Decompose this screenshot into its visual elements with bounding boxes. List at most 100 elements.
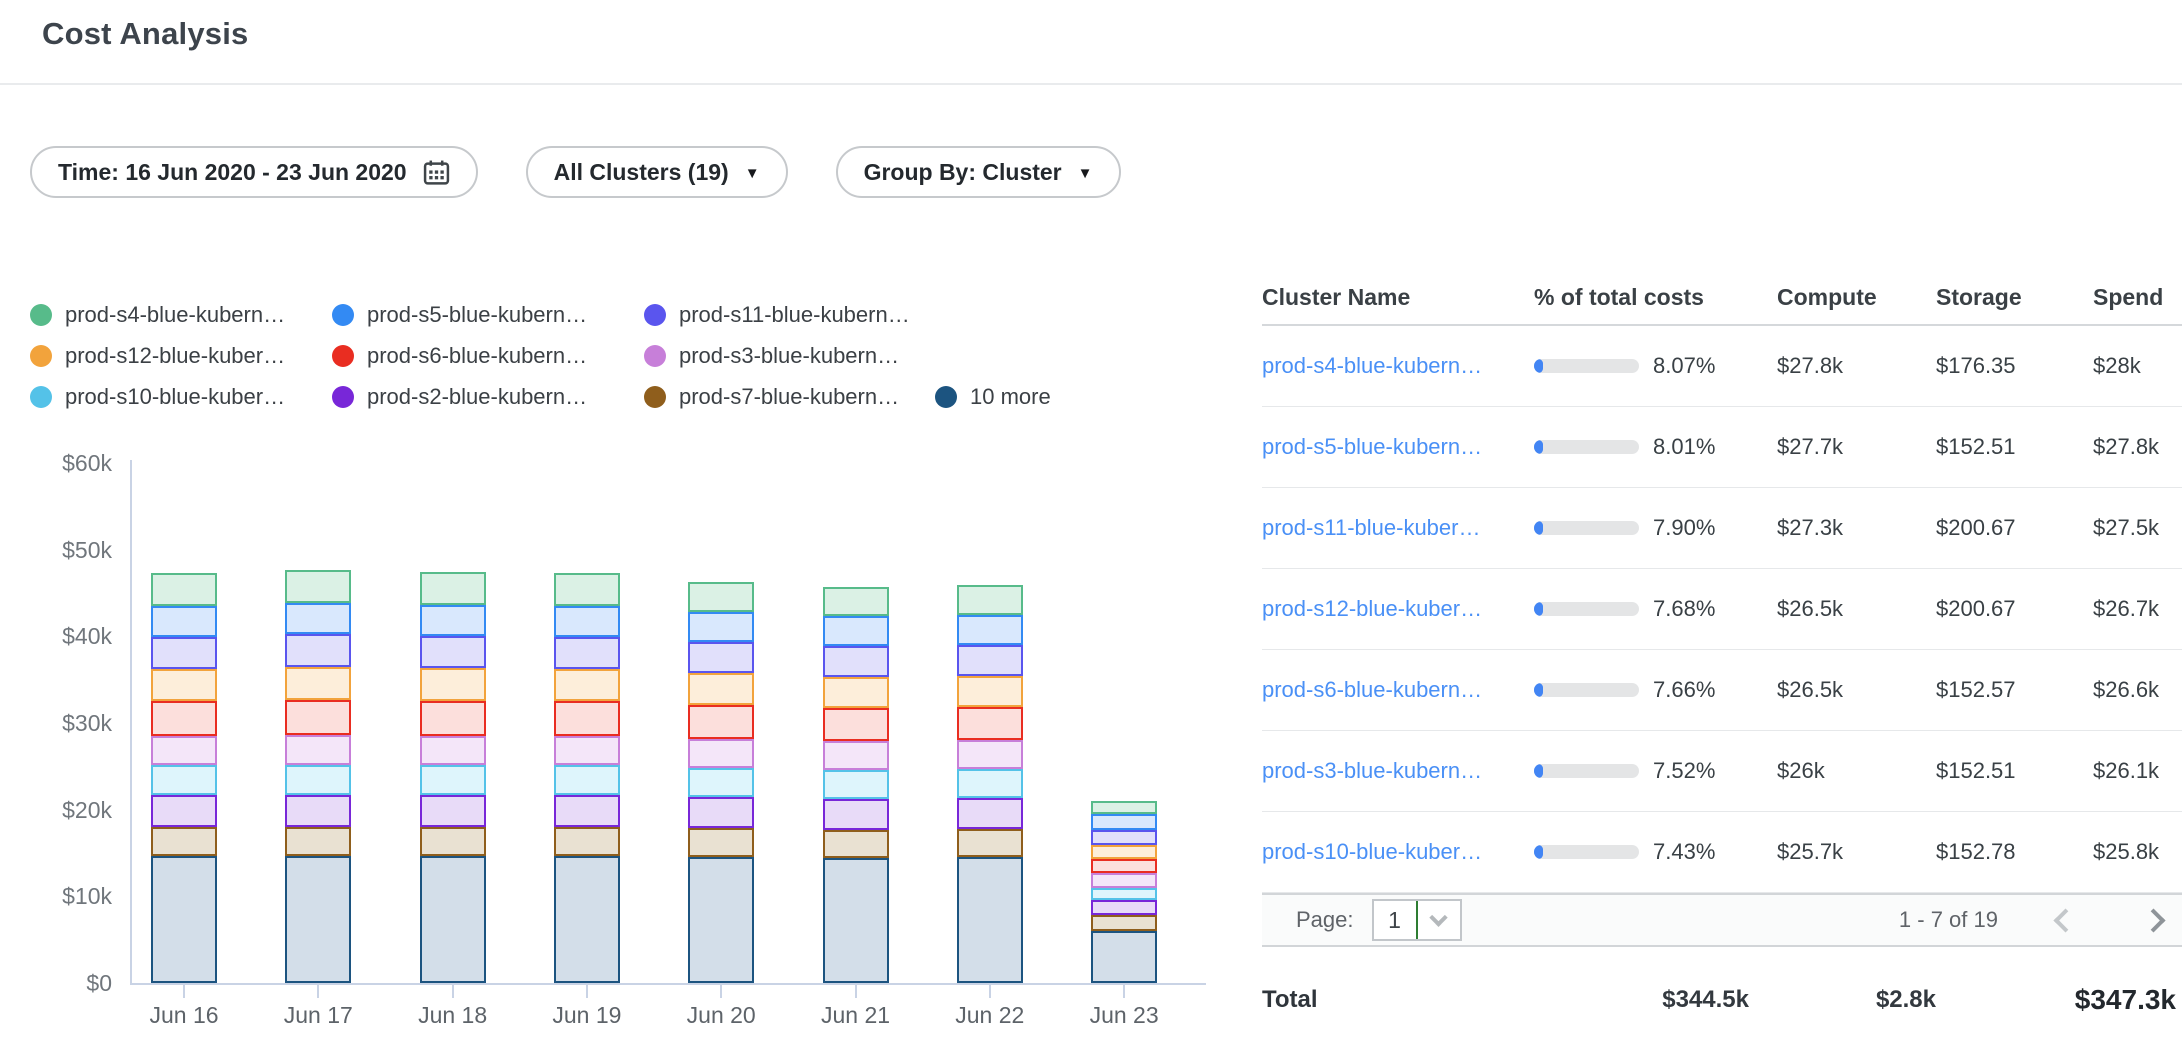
- bar-segment[interactable]: [285, 735, 351, 765]
- bar-segment[interactable]: [554, 669, 620, 701]
- legend-item[interactable]: prod-s10-blue-kuber…: [30, 382, 285, 412]
- bar-segment[interactable]: [823, 616, 889, 646]
- bar-segment[interactable]: [823, 799, 889, 830]
- bar-segment[interactable]: [688, 673, 754, 705]
- bar-segment[interactable]: [420, 765, 486, 795]
- legend-item[interactable]: prod-s12-blue-kuber…: [30, 341, 285, 371]
- cluster-name-link[interactable]: prod-s3-blue-kubern…: [1262, 758, 1482, 783]
- bar-segment[interactable]: [151, 669, 217, 701]
- bar-segment[interactable]: [1091, 859, 1157, 873]
- bar-segment[interactable]: [688, 612, 754, 642]
- cluster-name-link[interactable]: prod-s5-blue-kubern…: [1262, 434, 1482, 459]
- bar-segment[interactable]: [285, 827, 351, 856]
- clusters-filter-dropdown[interactable]: All Clusters (19) ▼: [526, 146, 788, 198]
- legend-item[interactable]: prod-s11-blue-kubern…: [644, 300, 910, 330]
- bar-segment[interactable]: [151, 856, 217, 983]
- bar-segment[interactable]: [285, 634, 351, 667]
- bar-segment[interactable]: [420, 605, 486, 636]
- cluster-name-link[interactable]: prod-s11-blue-kuber…: [1262, 515, 1480, 540]
- bar-segment[interactable]: [688, 739, 754, 768]
- bar-segment[interactable]: [957, 645, 1023, 676]
- bar-segment[interactable]: [823, 830, 889, 858]
- bar-segment[interactable]: [957, 615, 1023, 645]
- bar-segment[interactable]: [420, 795, 486, 827]
- bar-segment[interactable]: [823, 708, 889, 741]
- bar-segment[interactable]: [151, 701, 217, 736]
- bar-segment[interactable]: [420, 856, 486, 983]
- bar-segment[interactable]: [1091, 888, 1157, 900]
- bar-segment[interactable]: [554, 827, 620, 856]
- bar-segment[interactable]: [957, 585, 1023, 615]
- bar-segment[interactable]: [420, 636, 486, 668]
- bar-segment[interactable]: [554, 765, 620, 795]
- cluster-name-link[interactable]: prod-s4-blue-kubern…: [1262, 353, 1482, 378]
- bar-segment[interactable]: [420, 668, 486, 701]
- bar-segment[interactable]: [1091, 900, 1157, 915]
- group-by-dropdown[interactable]: Group By: Cluster ▼: [836, 146, 1121, 198]
- bar-segment[interactable]: [688, 768, 754, 797]
- bar-segment[interactable]: [554, 573, 620, 606]
- legend-item[interactable]: prod-s5-blue-kubern…: [332, 300, 587, 330]
- legend-item[interactable]: prod-s3-blue-kubern…: [644, 341, 899, 371]
- bar-segment[interactable]: [823, 858, 889, 983]
- cluster-name-link[interactable]: prod-s6-blue-kubern…: [1262, 677, 1482, 702]
- cluster-name-link[interactable]: prod-s12-blue-kuber…: [1262, 596, 1482, 621]
- bar-segment[interactable]: [957, 740, 1023, 769]
- bar-segment[interactable]: [1091, 915, 1157, 931]
- bar-segment[interactable]: [957, 707, 1023, 740]
- bar-segment[interactable]: [151, 573, 217, 606]
- bar-segment[interactable]: [1091, 873, 1157, 888]
- next-page-button[interactable]: [2134, 901, 2172, 939]
- bar-segment[interactable]: [554, 856, 620, 983]
- bar-segment[interactable]: [285, 603, 351, 634]
- bar-segment[interactable]: [688, 828, 754, 857]
- bar-segment[interactable]: [151, 736, 217, 765]
- bar-segment[interactable]: [285, 570, 351, 603]
- bar-segment[interactable]: [285, 856, 351, 983]
- legend-item[interactable]: prod-s4-blue-kubern…: [30, 300, 285, 330]
- bar-segment[interactable]: [420, 736, 486, 765]
- bar-segment[interactable]: [957, 798, 1023, 829]
- bar-segment[interactable]: [554, 606, 620, 637]
- bar-segment[interactable]: [420, 827, 486, 856]
- bar-segment[interactable]: [1091, 931, 1157, 983]
- legend-item[interactable]: prod-s6-blue-kubern…: [332, 341, 587, 371]
- time-range-filter[interactable]: Time: 16 Jun 2020 - 23 Jun 2020: [30, 146, 478, 198]
- legend-item[interactable]: prod-s2-blue-kubern…: [332, 382, 587, 412]
- page-select[interactable]: 1: [1372, 899, 1462, 941]
- bar-segment[interactable]: [151, 795, 217, 827]
- bar-segment[interactable]: [688, 705, 754, 739]
- bar-segment[interactable]: [688, 857, 754, 983]
- bar-segment[interactable]: [957, 857, 1023, 983]
- bar-segment[interactable]: [1091, 801, 1157, 814]
- bar-segment[interactable]: [688, 797, 754, 828]
- previous-page-button[interactable]: [2046, 901, 2084, 939]
- bar-segment[interactable]: [823, 741, 889, 770]
- bar-segment[interactable]: [1091, 830, 1157, 845]
- bar-segment[interactable]: [554, 736, 620, 765]
- bar-segment[interactable]: [688, 642, 754, 673]
- bar-segment[interactable]: [151, 606, 217, 637]
- bar-segment[interactable]: [285, 795, 351, 827]
- bar-segment[interactable]: [151, 827, 217, 856]
- bar-segment[interactable]: [957, 829, 1023, 857]
- bar-segment[interactable]: [285, 765, 351, 795]
- bar-segment[interactable]: [688, 582, 754, 612]
- bar-segment[interactable]: [420, 572, 486, 605]
- bar-segment[interactable]: [554, 701, 620, 736]
- bar-segment[interactable]: [957, 769, 1023, 798]
- bar-segment[interactable]: [151, 765, 217, 795]
- bar-segment[interactable]: [285, 700, 351, 735]
- bar-segment[interactable]: [823, 646, 889, 677]
- bar-segment[interactable]: [285, 667, 351, 700]
- bar-segment[interactable]: [823, 770, 889, 799]
- bar-segment[interactable]: [554, 637, 620, 669]
- bar-segment[interactable]: [1091, 814, 1157, 830]
- bar-segment[interactable]: [823, 587, 889, 616]
- legend-item[interactable]: 10 more: [935, 382, 1051, 412]
- bar-segment[interactable]: [151, 637, 217, 669]
- legend-item[interactable]: prod-s7-blue-kubern…: [644, 382, 899, 412]
- cluster-name-link[interactable]: prod-s10-blue-kuber…: [1262, 839, 1482, 864]
- bar-segment[interactable]: [1091, 845, 1157, 859]
- bar-segment[interactable]: [420, 701, 486, 736]
